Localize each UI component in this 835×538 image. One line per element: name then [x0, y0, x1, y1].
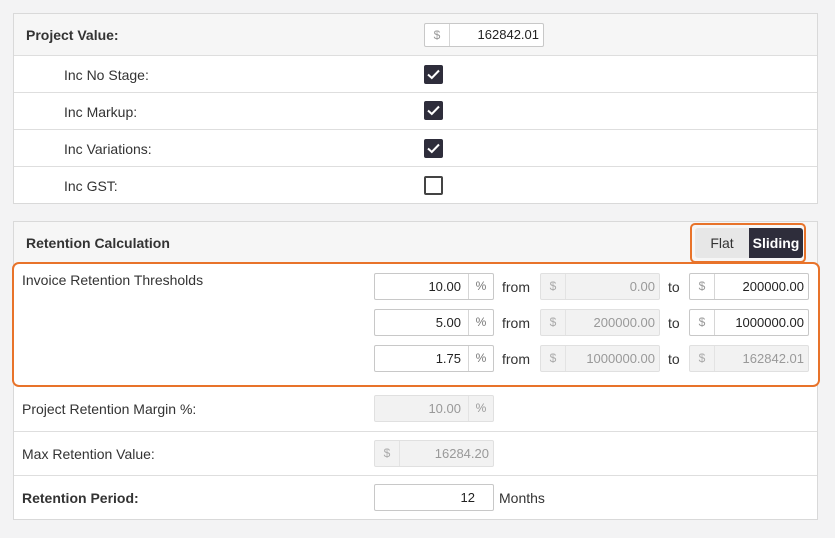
dollar-icon: $: [541, 274, 566, 299]
sliding-button[interactable]: Sliding: [749, 228, 803, 258]
inc-markup-checkbox[interactable]: [424, 101, 443, 120]
dollar-icon: $: [690, 274, 715, 299]
threshold-2-to[interactable]: $ 1000000.00: [689, 309, 809, 336]
percent-icon: %: [468, 346, 493, 371]
threshold-3-from-value: 1000000.00: [586, 351, 655, 366]
threshold-3-to-value: 162842.01: [742, 351, 804, 366]
dollar-icon: $: [425, 24, 450, 46]
to-label: to: [668, 279, 680, 295]
inc-gst-checkbox[interactable]: [424, 176, 443, 195]
inc-variations-label: Inc Variations:: [64, 141, 152, 157]
inc-variations-checkbox[interactable]: [424, 139, 443, 158]
threshold-1-from-value: 0.00: [629, 279, 655, 294]
retention-period-label: Retention Period:: [22, 490, 139, 506]
to-label: to: [668, 315, 680, 331]
margin-row: Project Retention Margin %: 10.00 %: [14, 387, 817, 432]
percent-icon: %: [468, 396, 493, 421]
dollar-icon: $: [541, 346, 566, 371]
from-label: from: [502, 279, 530, 295]
max-retention-row: Max Retention Value: $ 16284.20: [14, 431, 817, 476]
calc-mode-toggle: Flat Sliding: [690, 223, 806, 263]
margin-value: 10.00: [428, 401, 461, 416]
threshold-1-percent[interactable]: 10.00 %: [374, 273, 494, 300]
max-retention-label: Max Retention Value:: [22, 446, 155, 462]
retention-panel: Retention Calculation Flat Sliding Invoi…: [12, 221, 820, 520]
threshold-1-from: $ 0.00: [540, 273, 660, 300]
threshold-2-percent[interactable]: 5.00 %: [374, 309, 494, 336]
option-row-inc-markup: Inc Markup:: [14, 92, 817, 129]
threshold-3-from: $ 1000000.00: [540, 345, 660, 372]
margin-label: Project Retention Margin %:: [22, 401, 197, 417]
threshold-2-from: $ 200000.00: [540, 309, 660, 336]
percent-icon: %: [468, 310, 493, 335]
threshold-1-percent-value: 10.00: [428, 279, 461, 294]
threshold-2-to-value: 1000000.00: [735, 315, 804, 330]
project-value-row: Project Value: $ 162842.01: [14, 14, 817, 56]
check-icon: [427, 105, 440, 116]
max-retention-value: 16284.20: [434, 446, 489, 461]
option-row-inc-no-stage: Inc No Stage:: [14, 55, 817, 93]
option-row-inc-gst: Inc GST:: [14, 166, 817, 204]
dollar-icon: $: [541, 310, 566, 335]
inc-gst-label: Inc GST:: [64, 178, 118, 194]
project-value-field[interactable]: $ 162842.01: [424, 23, 544, 47]
threshold-3-percent-value: 1.75: [435, 351, 461, 366]
check-icon: [427, 143, 440, 154]
check-icon: [427, 69, 440, 80]
thresholds-label: Invoice Retention Thresholds: [22, 272, 204, 288]
from-label: from: [502, 351, 530, 367]
from-label: from: [502, 315, 530, 331]
threshold-2-percent-value: 5.00: [435, 315, 461, 330]
dollar-icon: $: [375, 441, 400, 466]
project-value-panel: Project Value: $ 162842.01 Inc No Stage:…: [13, 13, 818, 204]
threshold-1-to-value: 200000.00: [742, 279, 804, 294]
retention-period-row: Retention Period: 12 Months: [14, 475, 817, 519]
inc-no-stage-checkbox[interactable]: [424, 65, 443, 84]
invoice-retention-thresholds: Invoice Retention Thresholds 10.00 % fro…: [12, 262, 820, 387]
inc-markup-label: Inc Markup:: [64, 104, 138, 120]
inc-no-stage-label: Inc No Stage:: [64, 67, 149, 83]
threshold-3-percent[interactable]: 1.75 %: [374, 345, 494, 372]
to-label: to: [668, 351, 680, 367]
threshold-3-to: $ 162842.01: [689, 345, 809, 372]
retention-period-value: 12: [460, 490, 475, 505]
retention-period-input[interactable]: 12: [374, 484, 494, 511]
percent-icon: %: [468, 274, 493, 299]
max-retention-field: $ 16284.20: [374, 440, 494, 467]
project-value-label: Project Value:: [26, 27, 119, 43]
retention-period-unit: Months: [499, 490, 545, 506]
threshold-2-from-value: 200000.00: [593, 315, 655, 330]
project-value-value: 162842.01: [477, 27, 539, 42]
flat-button[interactable]: Flat: [695, 228, 749, 258]
dollar-icon: $: [690, 310, 715, 335]
margin-field: 10.00 %: [374, 395, 494, 422]
dollar-icon: $: [690, 346, 715, 371]
option-row-inc-variations: Inc Variations:: [14, 129, 817, 167]
threshold-1-to[interactable]: $ 200000.00: [689, 273, 809, 300]
retention-title: Retention Calculation: [26, 235, 170, 251]
